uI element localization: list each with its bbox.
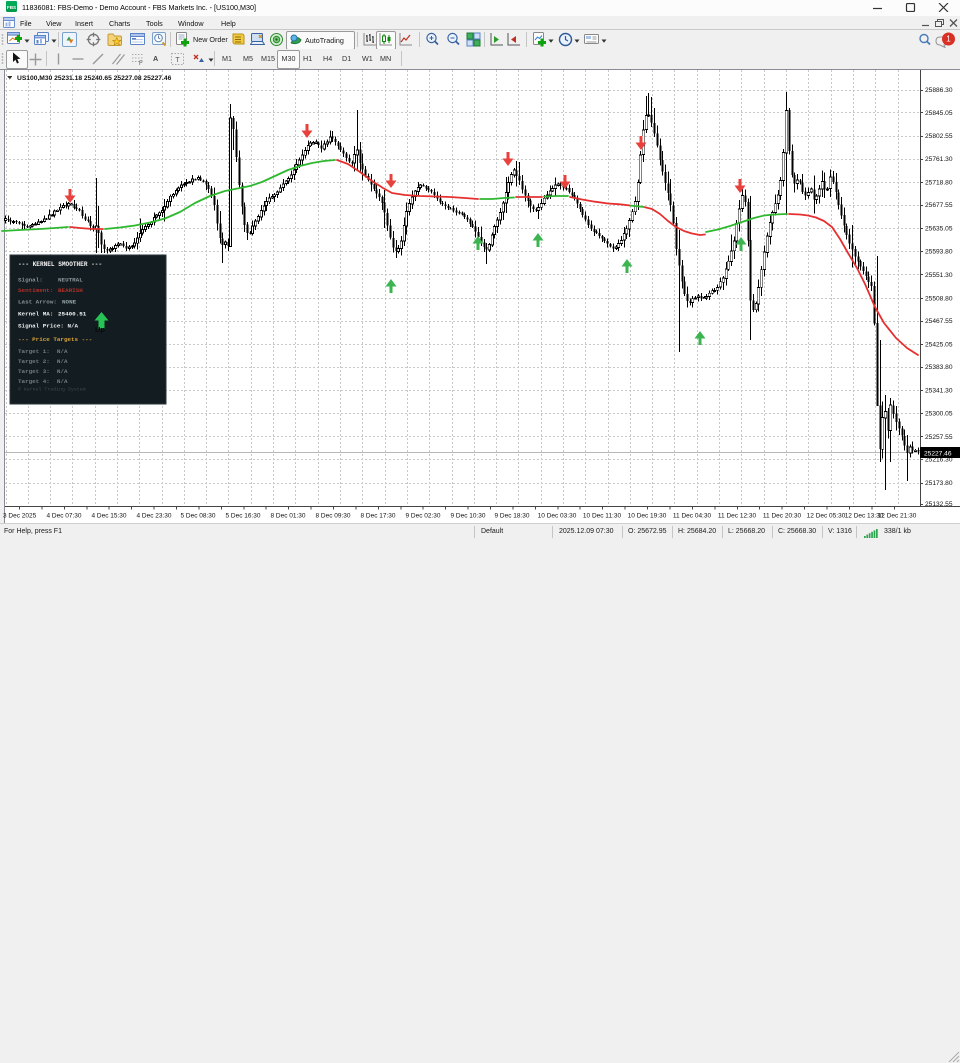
svg-text:Up: Up xyxy=(95,325,105,334)
svg-text:10 Dec 19:30: 10 Dec 19:30 xyxy=(628,513,667,520)
svg-text:© Kernel Trading System: © Kernel Trading System xyxy=(18,386,86,393)
svg-text:T: T xyxy=(175,57,180,64)
svg-text:12 Dec 21:30: 12 Dec 21:30 xyxy=(878,513,917,520)
svg-text:25400.51: 25400.51 xyxy=(58,311,87,318)
svg-text:US100,M30 25231.18 25240.65 2: US100,M30 25231.18 25240.65 25227.08 252… xyxy=(17,75,172,82)
svg-text:25635.05: 25635.05 xyxy=(925,226,953,233)
svg-text:25551.30: 25551.30 xyxy=(925,272,953,279)
svg-text:25383.80: 25383.80 xyxy=(925,364,953,371)
svg-text:9 Dec 18:30: 9 Dec 18:30 xyxy=(494,513,529,520)
svg-text:BEARISH: BEARISH xyxy=(58,287,83,294)
svg-text:9 Dec 02:30: 9 Dec 02:30 xyxy=(405,513,440,520)
svg-text:25761.30: 25761.30 xyxy=(925,156,953,163)
svg-text:25677.55: 25677.55 xyxy=(925,202,953,209)
svg-text:Target 4: N/A: Target 4: N/A xyxy=(18,378,68,385)
svg-text:12 Dec 05:30: 12 Dec 05:30 xyxy=(807,513,846,520)
svg-text:Kernel MA:: Kernel MA: xyxy=(18,311,53,318)
svg-text:5 Dec 08:30: 5 Dec 08:30 xyxy=(180,513,215,520)
svg-text:25173.80: 25173.80 xyxy=(925,480,953,487)
svg-text:8 Dec 09:30: 8 Dec 09:30 xyxy=(315,513,350,520)
svg-text:25227.46: 25227.46 xyxy=(924,450,952,457)
svg-text:Target 3: N/A: Target 3: N/A xyxy=(18,368,68,375)
svg-text:4 Dec 23:30: 4 Dec 23:30 xyxy=(136,513,171,520)
svg-text:10 Dec 03:30: 10 Dec 03:30 xyxy=(538,513,577,520)
svg-text:Signal Price: N/A: Signal Price: N/A xyxy=(18,323,79,330)
svg-text:25508.80: 25508.80 xyxy=(925,295,953,302)
svg-text:--- Price Targets ---: --- Price Targets --- xyxy=(18,336,92,343)
svg-text:Last Arrow:: Last Arrow: xyxy=(18,299,57,306)
svg-text:FBS: FBS xyxy=(7,5,16,10)
svg-text:25593.80: 25593.80 xyxy=(925,248,953,255)
svg-text:25132.55: 25132.55 xyxy=(925,501,953,508)
svg-text:25257.55: 25257.55 xyxy=(925,434,953,441)
svg-text:3 Dec 2025: 3 Dec 2025 xyxy=(3,513,37,520)
svg-text:Target 1: N/A: Target 1: N/A xyxy=(18,348,68,355)
svg-text:5 Dec 16:30: 5 Dec 16:30 xyxy=(225,513,260,520)
svg-text:25300.05: 25300.05 xyxy=(925,410,953,417)
svg-text:25341.30: 25341.30 xyxy=(925,388,953,395)
svg-text:--- KERNEL SMOOTHER ---: --- KERNEL SMOOTHER --- xyxy=(18,261,102,268)
svg-text:4 Dec 15:30: 4 Dec 15:30 xyxy=(91,513,126,520)
svg-text:10 Dec 11:30: 10 Dec 11:30 xyxy=(583,513,622,520)
svg-text:25802.55: 25802.55 xyxy=(925,133,953,140)
svg-text:NONE: NONE xyxy=(62,299,77,306)
svg-text:Signal:: Signal: xyxy=(18,277,43,284)
svg-text:1: 1 xyxy=(946,35,951,44)
svg-text:25886.30: 25886.30 xyxy=(925,87,953,94)
svg-text:25425.05: 25425.05 xyxy=(925,342,953,349)
svg-text:NEUTRAL: NEUTRAL xyxy=(58,277,83,284)
svg-text:25845.05: 25845.05 xyxy=(925,110,953,117)
svg-text:11 Dec 12:30: 11 Dec 12:30 xyxy=(718,513,757,520)
svg-text:9 Dec 10:30: 9 Dec 10:30 xyxy=(450,513,485,520)
svg-text:Target 2: N/A: Target 2: N/A xyxy=(18,358,68,365)
svg-text:11 Dec 04:30: 11 Dec 04:30 xyxy=(673,513,712,520)
svg-text:11 Dec 20:30: 11 Dec 20:30 xyxy=(763,513,802,520)
svg-text:8 Dec 01:30: 8 Dec 01:30 xyxy=(270,513,305,520)
svg-text:Sentiment:: Sentiment: xyxy=(18,287,53,294)
svg-text:8 Dec 17:30: 8 Dec 17:30 xyxy=(360,513,395,520)
svg-text:25467.55: 25467.55 xyxy=(925,318,953,325)
svg-text:25718.80: 25718.80 xyxy=(925,179,953,186)
svg-text:F: F xyxy=(139,61,143,65)
svg-text:4 Dec 07:30: 4 Dec 07:30 xyxy=(46,513,81,520)
